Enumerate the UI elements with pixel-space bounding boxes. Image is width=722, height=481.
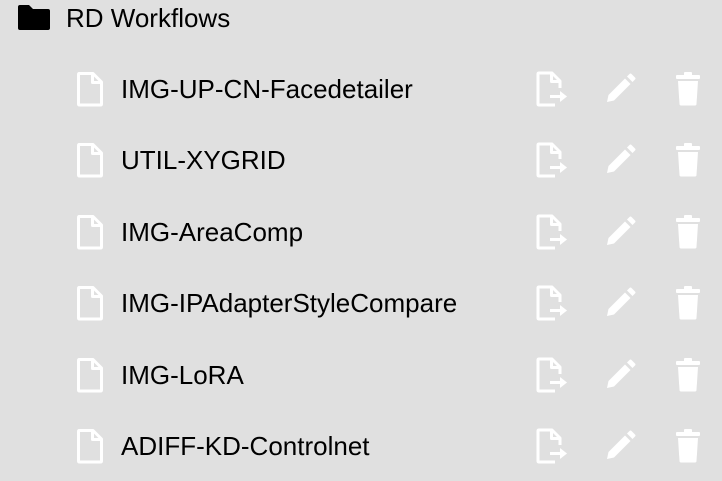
file-icon [76,357,104,393]
file-export-icon[interactable] [532,140,572,180]
folder-title: RD Workflows [66,3,231,33]
file-row[interactable]: ADIFF-KD-Controlnet [0,410,722,481]
file-row[interactable]: IMG-UP-CN-Facedetailer [0,53,722,124]
pencil-icon[interactable] [600,69,640,109]
file-export-icon[interactable] [532,283,572,323]
file-icon [76,428,104,464]
trash-icon[interactable] [668,69,708,109]
trash-icon[interactable] [668,212,708,252]
file-name[interactable]: ADIFF-KD-Controlnet [121,428,370,464]
file-name[interactable]: IMG-UP-CN-Facedetailer [121,71,413,107]
file-export-icon[interactable] [532,212,572,252]
file-list: IMG-UP-CN-Facedetailer UTIL-XYGRID IMG-A… [0,53,722,481]
file-row[interactable]: IMG-IPAdapterStyleCompare [0,267,722,338]
file-icon [76,214,104,250]
file-export-icon[interactable] [532,69,572,109]
pencil-icon[interactable] [600,283,640,323]
file-icon [76,142,104,178]
file-name[interactable]: IMG-AreaComp [121,214,303,250]
trash-icon[interactable] [668,283,708,323]
pencil-icon[interactable] [600,212,640,252]
file-row[interactable]: IMG-LoRA [0,339,722,410]
pencil-icon[interactable] [600,140,640,180]
file-icon [76,285,104,321]
file-name[interactable]: IMG-LoRA [121,357,244,393]
folder-header[interactable]: RD Workflows [16,0,230,36]
file-row[interactable]: IMG-AreaComp [0,196,722,267]
file-name[interactable]: UTIL-XYGRID [121,142,286,178]
file-row[interactable]: UTIL-XYGRID [0,124,722,195]
file-name[interactable]: IMG-IPAdapterStyleCompare [121,285,457,321]
file-export-icon[interactable] [532,355,572,395]
file-icon [76,71,104,107]
trash-icon[interactable] [668,140,708,180]
trash-icon[interactable] [668,355,708,395]
folder-icon [16,3,52,31]
pencil-icon[interactable] [600,355,640,395]
